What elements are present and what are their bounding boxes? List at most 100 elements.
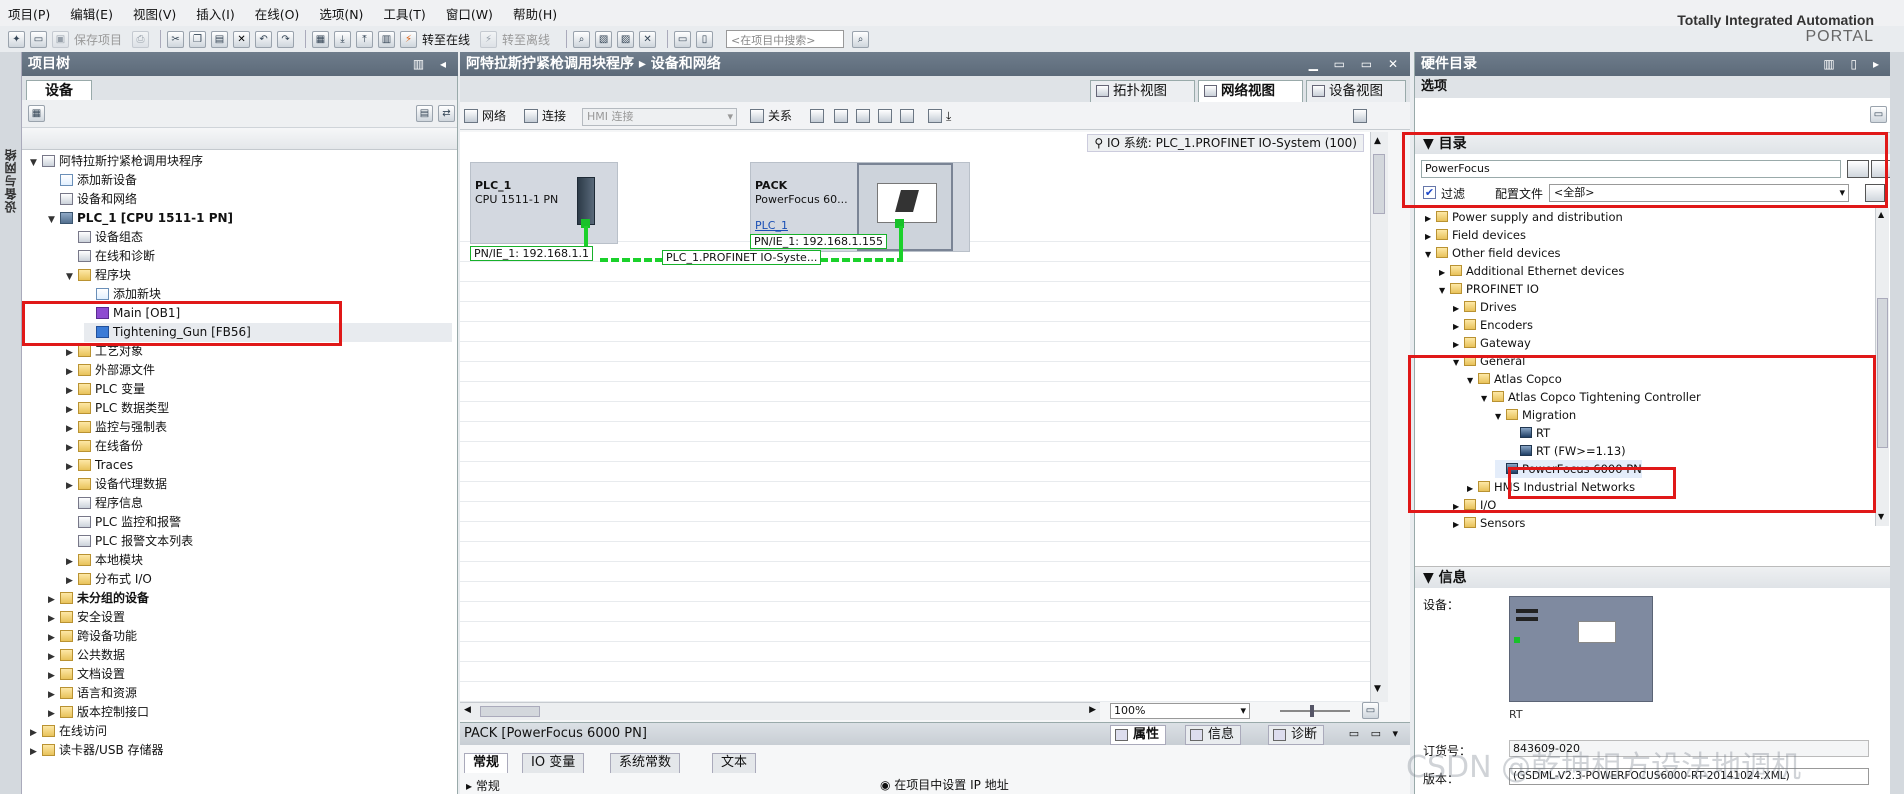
tab-texts[interactable]: 文本 <box>712 753 757 773</box>
tree-item[interactable]: ▼ PLC_1 [CPU 1511-1 PN] <box>48 209 452 228</box>
tree-item[interactable]: ▶ 本地模块 <box>66 551 452 570</box>
zoom-slider[interactable] <box>1280 710 1350 712</box>
menu-item[interactable]: 选项(N) <box>319 4 363 23</box>
catalog-item[interactable]: ▶ Drives <box>1453 298 1517 316</box>
monitor-icon[interactable]: ▨ <box>617 30 635 48</box>
tree-refresh-icon[interactable]: ⇄ <box>438 105 455 122</box>
canvas-vertical-scrollbar[interactable]: ▲ ▼ <box>1370 132 1388 702</box>
zoom-select[interactable]: 100% ▾ <box>1110 703 1250 719</box>
network-mode-button[interactable]: 网络 <box>464 107 506 125</box>
tab-properties[interactable]: 属性 <box>1110 725 1167 745</box>
catalog-item[interactable]: ▶ Additional Ethernet devices <box>1439 262 1624 280</box>
catalog-item[interactable]: ▼ Other field devices <box>1425 244 1561 262</box>
expand-arrow-icon[interactable]: ▼ <box>48 211 60 230</box>
paste-icon[interactable]: ▤ <box>211 30 229 48</box>
expand-arrow-icon[interactable]: ▶ <box>30 743 42 762</box>
tree-item[interactable]: ▼ 阿特拉斯拧紧枪调用块程序 <box>30 152 452 171</box>
cut-icon[interactable]: ✂ <box>167 30 185 48</box>
tree-item[interactable]: 设备和网络 <box>48 190 452 209</box>
save-project-button[interactable]: 保存项目 <box>74 31 122 48</box>
tree-item[interactable]: ▶ 语言和资源 <box>48 684 452 703</box>
menu-item[interactable]: 帮助(H) <box>513 4 557 23</box>
tree-item[interactable]: ▶ 未分组的设备 <box>48 589 452 608</box>
accessible-devices-icon[interactable]: ⌕ <box>573 30 591 48</box>
catalog-item[interactable]: ▶ Power supply and distribution <box>1425 208 1623 226</box>
expand-arrow-icon[interactable]: ▶ <box>1453 516 1464 528</box>
editor-window-controls-icon[interactable]: ▁ ▭ ▭ ✕ <box>1309 52 1404 76</box>
upload-icon[interactable]: ⤒ <box>356 30 374 48</box>
tree-item[interactable]: ▶ 公共数据 <box>48 646 452 665</box>
tab-system-constants[interactable]: 系统常数 <box>610 753 681 773</box>
menu-item[interactable]: 插入(I) <box>196 4 234 23</box>
catalog-item[interactable]: ▶ Field devices <box>1425 226 1526 244</box>
catalog-item[interactable]: ▶ Sensors <box>1453 514 1525 528</box>
tab-devices[interactable]: 设备 <box>26 80 92 100</box>
tree-item[interactable]: ▶ 文档设置 <box>48 665 452 684</box>
close-all-icon[interactable]: ✕ <box>639 30 657 48</box>
panel-controls-icon[interactable]: ▥ ▯ ▸ <box>1823 52 1885 76</box>
tab-topology-view[interactable]: 拓扑视图 <box>1090 80 1195 102</box>
zoom-fit-icon[interactable]: ▭ <box>1362 702 1379 719</box>
general-nav-item[interactable]: ▸ 常规 <box>466 777 500 794</box>
expand-arrow-icon[interactable]: ▼ <box>1425 246 1436 264</box>
device-link[interactable]: PLC_1 <box>755 219 788 232</box>
catalog-item[interactable]: ▶ Gateway <box>1453 334 1531 352</box>
zoom-icon[interactable]: ⤓ <box>928 107 951 125</box>
connection-mode-button[interactable]: 连接 <box>524 107 566 125</box>
tab-diagnostics[interactable]: 诊断 <box>1268 725 1325 745</box>
tree-item[interactable]: ▶ 版本控制接口 <box>48 703 452 722</box>
go-online-button[interactable]: 转至在线 <box>422 31 470 48</box>
menu-item[interactable]: 工具(T) <box>383 4 425 23</box>
catalog-scrollbar[interactable]: ▲ ▼ <box>1875 208 1889 526</box>
go-offline-button[interactable]: 转至离线 <box>502 31 550 48</box>
menu-item[interactable]: 项目(P) <box>8 4 50 23</box>
tree-item[interactable]: ▶ 分布式 I/O <box>66 570 452 589</box>
tree-item[interactable]: PLC 报警文本列表 <box>66 532 452 551</box>
panel-controls-icon[interactable]: ▭ ▭ ▾ <box>1349 723 1402 745</box>
print-icon[interactable]: ⎙ <box>132 30 150 48</box>
tree-item[interactable]: ▶ 安全设置 <box>48 608 452 627</box>
tree-item[interactable]: ▼ 程序块 <box>66 266 452 285</box>
copy-icon[interactable]: ❐ <box>189 30 207 48</box>
tree-item[interactable]: ▶ 外部源文件 <box>66 361 452 380</box>
tree-item[interactable]: 程序信息 <box>66 494 452 513</box>
io-system-network-label[interactable]: PLC_1.PROFINET IO-Syste... <box>662 250 822 265</box>
catalog-item[interactable]: ▼ PROFINET IO <box>1439 280 1539 298</box>
device-plc1[interactable]: PLC_1 CPU 1511-1 PN <box>470 162 618 244</box>
cross-reference-icon[interactable]: ▧ <box>595 30 613 48</box>
menu-item[interactable]: 窗口(W) <box>446 4 493 23</box>
go-online-icon[interactable]: ⚡ <box>400 30 418 48</box>
simulate-icon[interactable]: ▥ <box>378 30 396 48</box>
tree-item[interactable]: ▶ Traces <box>66 456 452 475</box>
tree-item[interactable]: 设备组态 <box>66 228 452 247</box>
options-layout-icon[interactable]: ▭ <box>1870 106 1887 123</box>
compile-icon[interactable]: ▦ <box>312 30 330 48</box>
tree-item[interactable]: ▶ PLC 变量 <box>66 380 452 399</box>
search-go-icon[interactable]: ⌕ <box>852 30 870 48</box>
tree-settings-icon[interactable]: ▦ <box>28 105 45 122</box>
grid-icon[interactable] <box>878 107 896 125</box>
overview-icon[interactable] <box>900 107 918 125</box>
pack-ip-label[interactable]: PN/IE_1: 192.168.1.155 <box>750 234 887 249</box>
properties-toggle-icon[interactable] <box>1353 107 1371 125</box>
side-strip-label[interactable]: 设备与网络 <box>2 148 19 213</box>
tree-item[interactable]: ▶ PLC 数据类型 <box>66 399 452 418</box>
tree-item[interactable]: 在线和诊断 <box>66 247 452 266</box>
redo-icon[interactable]: ↷ <box>277 30 295 48</box>
expand-arrow-icon[interactable]: ▼ <box>66 268 78 287</box>
split-horizontal-icon[interactable]: ▭ <box>674 30 692 48</box>
new-project-icon[interactable]: ✦ <box>8 30 25 48</box>
expand-arrow-icon[interactable]: ▼ <box>30 154 42 173</box>
menu-item[interactable]: 在线(O) <box>255 4 300 23</box>
tab-general[interactable]: 常规 <box>464 753 509 773</box>
address-icon[interactable] <box>810 107 828 125</box>
tree-item[interactable]: ▶ 在线备份 <box>66 437 452 456</box>
zoom-slider-thumb[interactable] <box>1310 705 1314 717</box>
menu-item[interactable]: 视图(V) <box>133 4 176 23</box>
delete-icon[interactable]: ✕ <box>233 30 251 48</box>
save-project-icon[interactable]: ▣ <box>52 30 69 48</box>
tree-item[interactable]: 添加新设备 <box>48 171 452 190</box>
layout-icon[interactable] <box>856 107 874 125</box>
undo-icon[interactable]: ↶ <box>255 30 273 48</box>
tree-view-icon[interactable]: ▤ <box>416 105 433 122</box>
